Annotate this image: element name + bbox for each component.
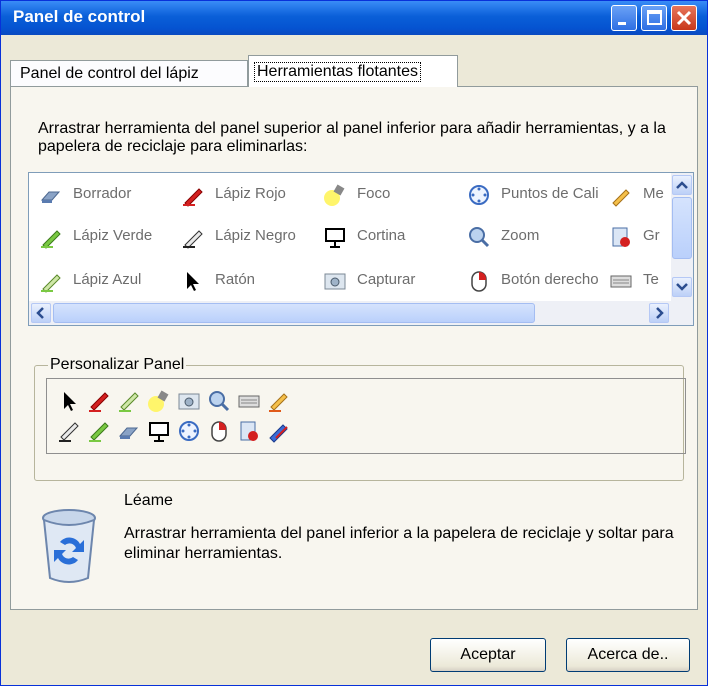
tool-label: Lápiz Azul xyxy=(73,271,142,288)
target-icon xyxy=(469,185,489,205)
tool-label: Te xyxy=(643,271,659,288)
title-bar[interactable]: Panel de control xyxy=(1,1,707,35)
ok-button[interactable]: Aceptar xyxy=(430,638,546,672)
available-tools-list: Borrador Lápiz Rojo Foco Puntos de Cali … xyxy=(28,172,694,326)
horizontal-scroll-thumb[interactable] xyxy=(53,303,535,323)
tool-label: Puntos de Cali xyxy=(501,185,599,202)
red-pen-icon xyxy=(183,188,203,207)
close-button[interactable] xyxy=(671,5,697,31)
tool-label: Borrador xyxy=(73,185,132,202)
target-icon[interactable] xyxy=(177,419,201,443)
readme-title: Léame xyxy=(124,492,173,509)
minimize-button[interactable] xyxy=(611,5,637,31)
curtain-icon[interactable] xyxy=(147,419,171,443)
scroll-left-button[interactable] xyxy=(31,303,51,323)
scroll-right-button[interactable] xyxy=(649,303,669,323)
tool-label: Foco xyxy=(357,185,391,202)
tool-label: Lápiz Rojo xyxy=(215,185,286,202)
blue-pen-icon[interactable] xyxy=(267,419,291,443)
tool-label: Lápiz Negro xyxy=(215,227,296,244)
record-icon[interactable] xyxy=(237,419,261,443)
black-pen-icon xyxy=(183,230,203,249)
customize-panel-title: Personalizar Panel xyxy=(48,356,187,374)
tool-label: Zoom xyxy=(501,227,540,244)
tool-label: Me xyxy=(643,185,664,202)
recycle-bin-icon[interactable] xyxy=(38,508,100,584)
readme-text: Arrastrar herramienta del panel inferior… xyxy=(124,525,674,562)
capture-icon[interactable] xyxy=(177,389,201,413)
about-button[interactable]: Acerca de.. xyxy=(566,638,690,672)
vertical-scrollbar[interactable] xyxy=(671,173,693,301)
spotlight-icon xyxy=(324,184,345,206)
chevron-left-icon xyxy=(36,307,44,319)
zoom-icon[interactable] xyxy=(207,389,231,413)
mouse-icon[interactable] xyxy=(207,419,231,443)
chevron-down-icon xyxy=(676,283,688,291)
eraser-icon[interactable] xyxy=(117,419,141,443)
tool-label: Ratón xyxy=(215,271,256,288)
keyboard-icon[interactable] xyxy=(237,389,261,413)
vertical-scroll-thumb[interactable] xyxy=(672,197,692,259)
keyboard-icon xyxy=(610,275,632,288)
tab-pen-control-label: Panel de control del lápiz xyxy=(20,65,199,82)
zoom-icon xyxy=(469,227,490,248)
horizontal-scrollbar[interactable] xyxy=(29,301,693,325)
capture-icon xyxy=(324,273,346,290)
tool-label: Botón derecho xyxy=(501,271,599,288)
tab-floating-tools-label: Herramientas flotantes xyxy=(254,62,421,82)
highlighter-icon[interactable] xyxy=(267,389,291,413)
green-pen-icon xyxy=(41,274,61,293)
chevron-up-icon xyxy=(676,181,688,189)
close-icon xyxy=(676,10,692,26)
scroll-down-button[interactable] xyxy=(672,277,692,297)
tool-label: Capturar xyxy=(357,271,416,288)
highlighter-icon xyxy=(612,189,630,207)
spotlight-icon[interactable] xyxy=(147,389,171,413)
curtain-icon xyxy=(325,228,345,248)
tab-pen-control[interactable]: Panel de control del lápiz xyxy=(10,60,248,86)
scroll-up-button[interactable] xyxy=(672,175,692,195)
tab-floating-tools[interactable]: Herramientas flotantes xyxy=(248,55,458,87)
tool-label: Cortina xyxy=(357,227,406,244)
tool-label: Lápiz Verde xyxy=(73,227,153,244)
green-pen-icon[interactable] xyxy=(87,419,111,443)
green-pen-icon[interactable] xyxy=(117,389,141,413)
customize-panel-toolbar[interactable] xyxy=(46,378,686,454)
cursor-arrow-icon[interactable] xyxy=(57,389,81,413)
red-pen-icon[interactable] xyxy=(87,389,111,413)
mouse-icon xyxy=(471,271,487,292)
maximize-button[interactable] xyxy=(641,5,667,31)
eraser-icon xyxy=(40,191,61,203)
green-pen-icon xyxy=(41,230,61,249)
chevron-right-icon xyxy=(656,307,664,319)
minimize-icon xyxy=(618,22,626,25)
record-icon xyxy=(612,227,630,247)
instructions-text: Arrastrar herramienta del panel superior… xyxy=(38,120,666,155)
tool-label: Gr xyxy=(643,227,660,244)
black-pen-icon[interactable] xyxy=(57,419,81,443)
window-title: Panel de control xyxy=(13,7,146,26)
maximize-icon xyxy=(647,10,662,25)
cursor-arrow-icon xyxy=(187,272,199,291)
